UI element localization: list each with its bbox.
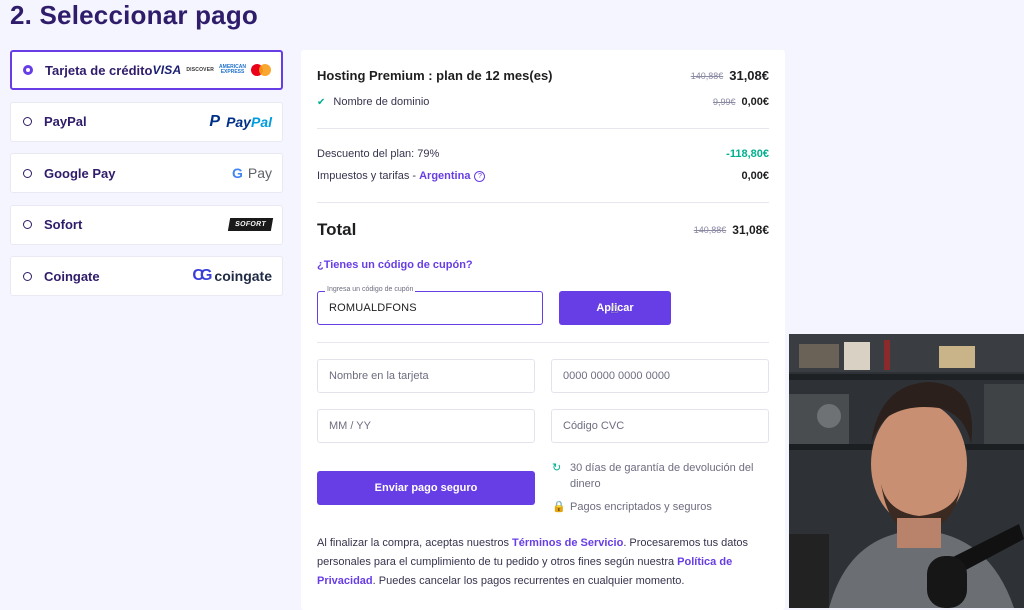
- coingate-logo: CG coingate: [192, 267, 272, 284]
- paypal-logo: P PayPal: [209, 112, 272, 130]
- coupon-input[interactable]: Ingresa un código de cupón ROMUALDFONS: [317, 286, 543, 325]
- presenter-video: [789, 334, 1024, 608]
- paypal-icon: P: [209, 112, 221, 130]
- visa-logo: VISA: [152, 63, 182, 77]
- method-label: Coingate: [44, 268, 100, 284]
- total-row: Total 140,88€ 31,08€: [317, 220, 769, 240]
- discount-label: Descuento del plan: 79%: [317, 148, 440, 160]
- tax-country-link[interactable]: Argentina: [419, 170, 470, 182]
- lock-icon: 🔒: [552, 501, 566, 513]
- radio-icon[interactable]: [23, 271, 32, 281]
- coupon-field-label: Ingresa un código de cupón: [325, 286, 416, 293]
- method-coingate[interactable]: Coingate CG coingate: [10, 256, 283, 296]
- order-summary-card: Hosting Premium : plan de 12 mes(es) 140…: [301, 50, 785, 610]
- tax-value: 0,00€: [741, 170, 769, 182]
- method-label: PayPal: [44, 114, 87, 129]
- coupon-toggle-link[interactable]: ¿Tienes un código de cupón?: [317, 259, 473, 271]
- coupon-value[interactable]: ROMUALDFONS: [329, 302, 417, 314]
- domain-old-price: 9,99€: [712, 97, 736, 107]
- refund-guarantee: ↻ 30 días de garantía de devolución del …: [552, 462, 754, 490]
- plan-price: 31,08€: [729, 68, 769, 83]
- refresh-clock-icon: ↻: [552, 462, 562, 474]
- total-price: 31,08€: [732, 223, 769, 237]
- tax-row: Impuestos y tarifas - Argentina? 0,00€: [317, 170, 769, 182]
- card-logos: VISA DISCOVER AMERICAN EXPRESS: [153, 52, 271, 88]
- legal-notice: Al finalizar la compra, aceptas nuestros…: [317, 537, 749, 587]
- divider: [317, 128, 769, 129]
- domain-label: Nombre de dominio: [333, 96, 430, 108]
- card-expiry-field[interactable]: MM / YY: [317, 409, 535, 443]
- discount-row: Descuento del plan: 79% -118,80€: [317, 148, 769, 160]
- method-label: Tarjeta de crédito: [45, 62, 153, 78]
- total-label: Total: [317, 220, 357, 239]
- domain-price: 0,00€: [741, 96, 769, 108]
- coingate-icon: CG: [192, 267, 212, 284]
- divider: [317, 202, 769, 203]
- method-google-pay[interactable]: Google Pay G Pay: [10, 153, 283, 193]
- card-cvc-field[interactable]: Código CVC: [551, 409, 769, 443]
- method-sofort[interactable]: Sofort SOFORT: [10, 204, 283, 245]
- submit-payment-button[interactable]: Enviar pago seguro: [317, 471, 535, 505]
- radio-icon[interactable]: [23, 117, 32, 126]
- payment-methods: Tarjeta de crédito VISA DISCOVER AMERICA…: [10, 50, 283, 308]
- divider: [317, 342, 769, 343]
- help-icon[interactable]: ?: [474, 170, 486, 182]
- plan-label: Hosting Premium : plan de 12 mes(es): [317, 68, 553, 83]
- mastercard-icon: [251, 64, 271, 76]
- method-credit-card[interactable]: Tarjeta de crédito VISA DISCOVER AMERICA…: [10, 50, 283, 90]
- google-pay-logo: G Pay: [231, 165, 272, 181]
- terms-link[interactable]: Términos de Servicio: [512, 537, 623, 549]
- total-old-price: 140,88€: [693, 225, 727, 235]
- domain-row: ✔ Nombre de dominio 9,99€ 0,00€: [317, 96, 769, 108]
- discount-value: -118,80€: [726, 148, 769, 160]
- plan-old-price: 140,88€: [690, 70, 724, 81]
- method-paypal[interactable]: PayPal P PayPal: [10, 101, 283, 142]
- radio-selected-icon[interactable]: [23, 65, 33, 75]
- method-label: Sofort: [44, 217, 83, 232]
- sofort-logo: SOFORT: [227, 218, 274, 231]
- check-icon: ✔: [317, 96, 326, 108]
- card-number-field[interactable]: 0000 0000 0000 0000: [551, 359, 769, 393]
- discover-logo: DISCOVER: [186, 67, 215, 73]
- radio-icon[interactable]: [23, 168, 32, 178]
- radio-icon[interactable]: [23, 220, 32, 229]
- page-title: 2. Seleccionar pago: [10, 0, 259, 30]
- card-name-field[interactable]: Nombre en la tarjeta: [317, 359, 535, 393]
- tax-label: Impuestos y tarifas - Argentina?: [317, 170, 486, 182]
- secure-payment-note: 🔒 Pagos encriptados y seguros: [552, 501, 712, 513]
- webcam-overlay: [789, 334, 1024, 608]
- plan-row: Hosting Premium : plan de 12 mes(es) 140…: [317, 68, 769, 83]
- google-g-icon: G: [231, 165, 243, 181]
- mouse-cursor-icon: ☝: [610, 300, 619, 316]
- coupon-question-row: ¿Tienes un código de cupón?: [317, 259, 769, 271]
- amex-logo: AMERICAN EXPRESS: [219, 64, 246, 75]
- method-label: Google Pay: [44, 165, 116, 181]
